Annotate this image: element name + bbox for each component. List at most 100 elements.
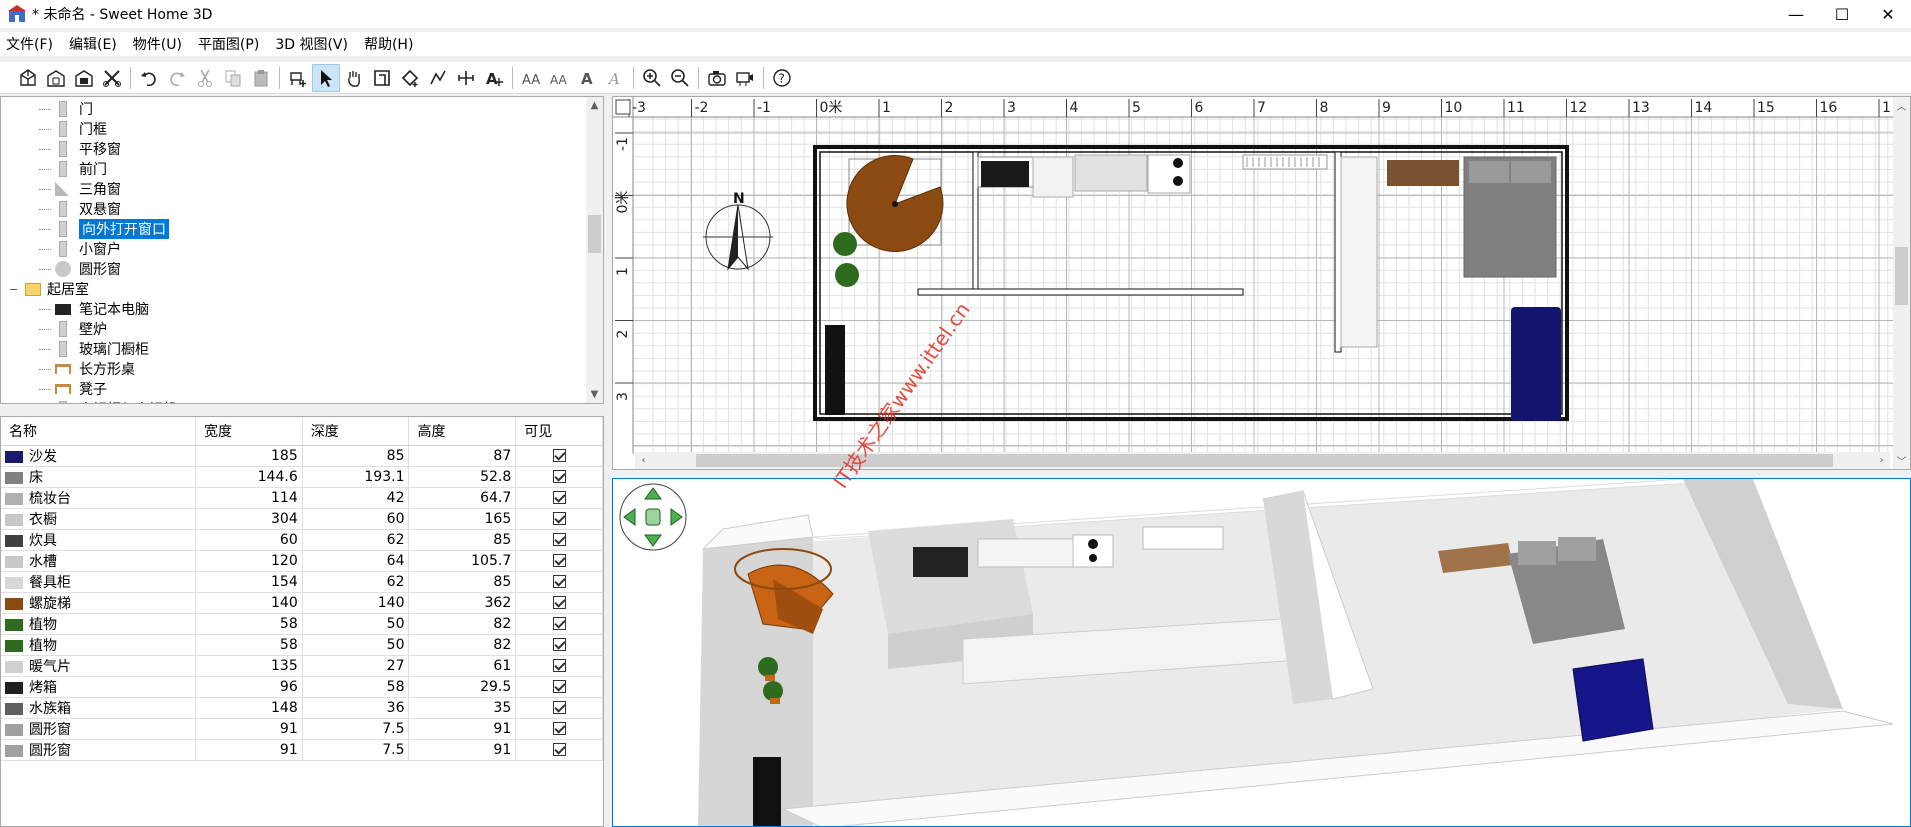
visible-checkbox[interactable] <box>552 617 566 630</box>
visible-checkbox[interactable] <box>552 575 566 588</box>
visible-checkbox[interactable] <box>552 470 566 483</box>
furniture-row[interactable]: 沙发 185 85 87 <box>1 445 603 467</box>
select-mode-icon[interactable] <box>312 63 340 92</box>
column-header-visible[interactable]: 可见 <box>515 417 603 446</box>
add-furniture-icon[interactable] <box>284 64 312 92</box>
menu-plan[interactable]: 平面图(P) <box>198 34 259 54</box>
catalog-item[interactable]: 玻璃门橱柜 <box>39 339 149 359</box>
scroll-left-arrow-icon[interactable]: ‹ <box>635 452 652 469</box>
visible-checkbox[interactable] <box>552 449 566 462</box>
paste-icon[interactable] <box>247 64 275 92</box>
furniture-list-table[interactable]: 名称 宽度 深度 高度 可见 沙发 185 85 87 床 144.6 193.1 52.8 梳… <box>0 416 604 827</box>
increase-text-icon[interactable]: AA <box>517 64 545 92</box>
furniture-row[interactable]: 衣橱 304 60 165 <box>1 508 603 530</box>
catalog-item[interactable]: 前门 <box>39 159 107 179</box>
oven[interactable] <box>981 161 1029 187</box>
catalog-item[interactable]: 壁炉 <box>39 319 107 339</box>
cut-tool-icon[interactable] <box>98 64 126 92</box>
visible-checkbox[interactable] <box>552 512 566 525</box>
catalog-item[interactable]: 长方形桌 <box>39 359 135 379</box>
dresser[interactable] <box>1387 160 1459 186</box>
menu-help[interactable]: 帮助(H) <box>364 34 413 54</box>
zoom-out-icon[interactable] <box>666 64 694 92</box>
catalog-item[interactable]: 双悬窗 <box>39 199 121 219</box>
cut-icon[interactable] <box>191 64 219 92</box>
furniture-row[interactable]: 圆形窗 91 7.5 91 <box>1 718 603 740</box>
scroll-down-arrow-icon[interactable]: ﹀ <box>1893 452 1910 469</box>
plan-vertical-scrollbar[interactable]: ︿ ﹀ <box>1893 97 1910 469</box>
maximize-button[interactable]: ☐ <box>1819 0 1865 28</box>
aquarium[interactable] <box>825 325 845 415</box>
furniture-row[interactable]: 暖气片 135 27 61 <box>1 655 603 677</box>
bold-text-icon[interactable]: A <box>573 64 601 92</box>
decrease-text-icon[interactable]: AA <box>545 64 573 92</box>
plan-horizontal-scrollbar[interactable]: ‹ › <box>635 452 1890 469</box>
open-icon[interactable] <box>42 64 70 92</box>
vertical-split-handle[interactable] <box>604 96 612 827</box>
furniture-row[interactable]: 餐具柜 154 62 85 <box>1 571 603 593</box>
horizontal-split-handle[interactable] <box>0 404 604 416</box>
furniture-catalog-tree[interactable]: 门门框 平移窗 前门 三角窗 双悬窗 向外打开窗口 小窗户 圆形窗 − 起居室 笔记本电脑 壁炉 玻璃门… <box>0 96 604 404</box>
create-walls-icon[interactable] <box>368 64 396 92</box>
catalog-item[interactable]: 三角窗 <box>39 179 121 199</box>
visible-checkbox[interactable] <box>552 554 566 567</box>
menu-furniture[interactable]: 物件(U) <box>133 34 182 54</box>
horizontal-split-handle[interactable] <box>612 470 1911 478</box>
save-icon[interactable] <box>70 64 98 92</box>
column-header-depth[interactable]: 深度 <box>302 417 410 446</box>
create-dimensions-icon[interactable] <box>452 64 480 92</box>
create-photo-icon[interactable] <box>703 64 731 92</box>
furniture-row[interactable]: 螺旋梯 140 140 362 <box>1 592 603 614</box>
minimize-button[interactable]: — <box>1773 0 1819 28</box>
redo-icon[interactable] <box>163 64 191 92</box>
create-rooms-icon[interactable] <box>396 64 424 92</box>
plant[interactable] <box>833 232 857 256</box>
furniture-row[interactable]: 水槽 120 64 105.7 <box>1 550 603 572</box>
catalog-vertical-scrollbar[interactable]: ▲ ▼ <box>586 97 603 403</box>
scroll-up-arrow-icon[interactable]: ︿ <box>1893 97 1910 114</box>
catalog-item[interactable]: 门框 <box>39 119 107 139</box>
menu-file[interactable]: 文件(F) <box>6 34 53 54</box>
visible-checkbox[interactable] <box>552 680 566 693</box>
new-home-icon[interactable] <box>14 64 42 92</box>
furniture-row[interactable]: 植物 58 50 82 <box>1 634 603 656</box>
scrollbar-thumb[interactable] <box>588 215 601 253</box>
create-polylines-icon[interactable] <box>424 64 452 92</box>
furniture-row[interactable]: 梳妆台 114 42 64.7 <box>1 487 603 509</box>
scroll-down-arrow-icon[interactable]: ▼ <box>586 386 603 403</box>
catalog-item[interactable]: 小窗户 <box>39 239 121 259</box>
menu-3d-view[interactable]: 3D 视图(V) <box>275 34 348 54</box>
catalog-item[interactable]: − 起居室 <box>9 279 89 299</box>
furniture-row[interactable]: 炊具 60 62 85 <box>1 529 603 551</box>
visible-checkbox[interactable] <box>552 722 566 735</box>
sofa[interactable] <box>1511 307 1561 421</box>
visible-checkbox[interactable] <box>552 638 566 651</box>
tree-expand-toggle[interactable]: − <box>9 283 19 296</box>
furniture-row[interactable]: 圆形窗 91 7.5 91 <box>1 739 603 761</box>
visible-checkbox[interactable] <box>552 659 566 672</box>
visible-checkbox[interactable] <box>552 596 566 609</box>
plant[interactable] <box>835 263 859 287</box>
furniture-row[interactable]: 植物 58 50 82 <box>1 613 603 635</box>
catalog-item[interactable]: 凳子 <box>39 379 107 399</box>
interior-wall[interactable] <box>972 151 979 295</box>
navigation-arrows-control[interactable] <box>619 483 687 551</box>
plan-canvas[interactable]: -3 -2 -1 0米 1 2 3 4 5 6 7 8 9 10 11 12 13 14 15 16 1-10米123N <box>613 97 1911 470</box>
3d-view[interactable] <box>612 478 1911 827</box>
visible-checkbox[interactable] <box>552 491 566 504</box>
catalog-item[interactable]: 向外打开窗口 <box>39 219 169 239</box>
catalog-item[interactable]: 平移窗 <box>39 139 121 159</box>
sink[interactable] <box>1074 154 1148 192</box>
close-button[interactable]: ✕ <box>1865 0 1911 28</box>
plan-corner-icon[interactable] <box>615 99 631 115</box>
catalog-item[interactable]: 笔记本电脑 <box>39 299 149 319</box>
scrollbar-thumb[interactable] <box>1895 247 1908 305</box>
catalog-item[interactable]: 门 <box>39 99 93 119</box>
scroll-right-arrow-icon[interactable]: › <box>1873 452 1890 469</box>
furniture-row[interactable]: 水族箱 148 36 35 <box>1 697 603 719</box>
visible-checkbox[interactable] <box>552 533 566 546</box>
visible-checkbox[interactable] <box>552 743 566 756</box>
radiator[interactable] <box>1242 154 1328 170</box>
interior-wall[interactable] <box>917 288 1244 296</box>
pan-mode-icon[interactable] <box>340 64 368 92</box>
